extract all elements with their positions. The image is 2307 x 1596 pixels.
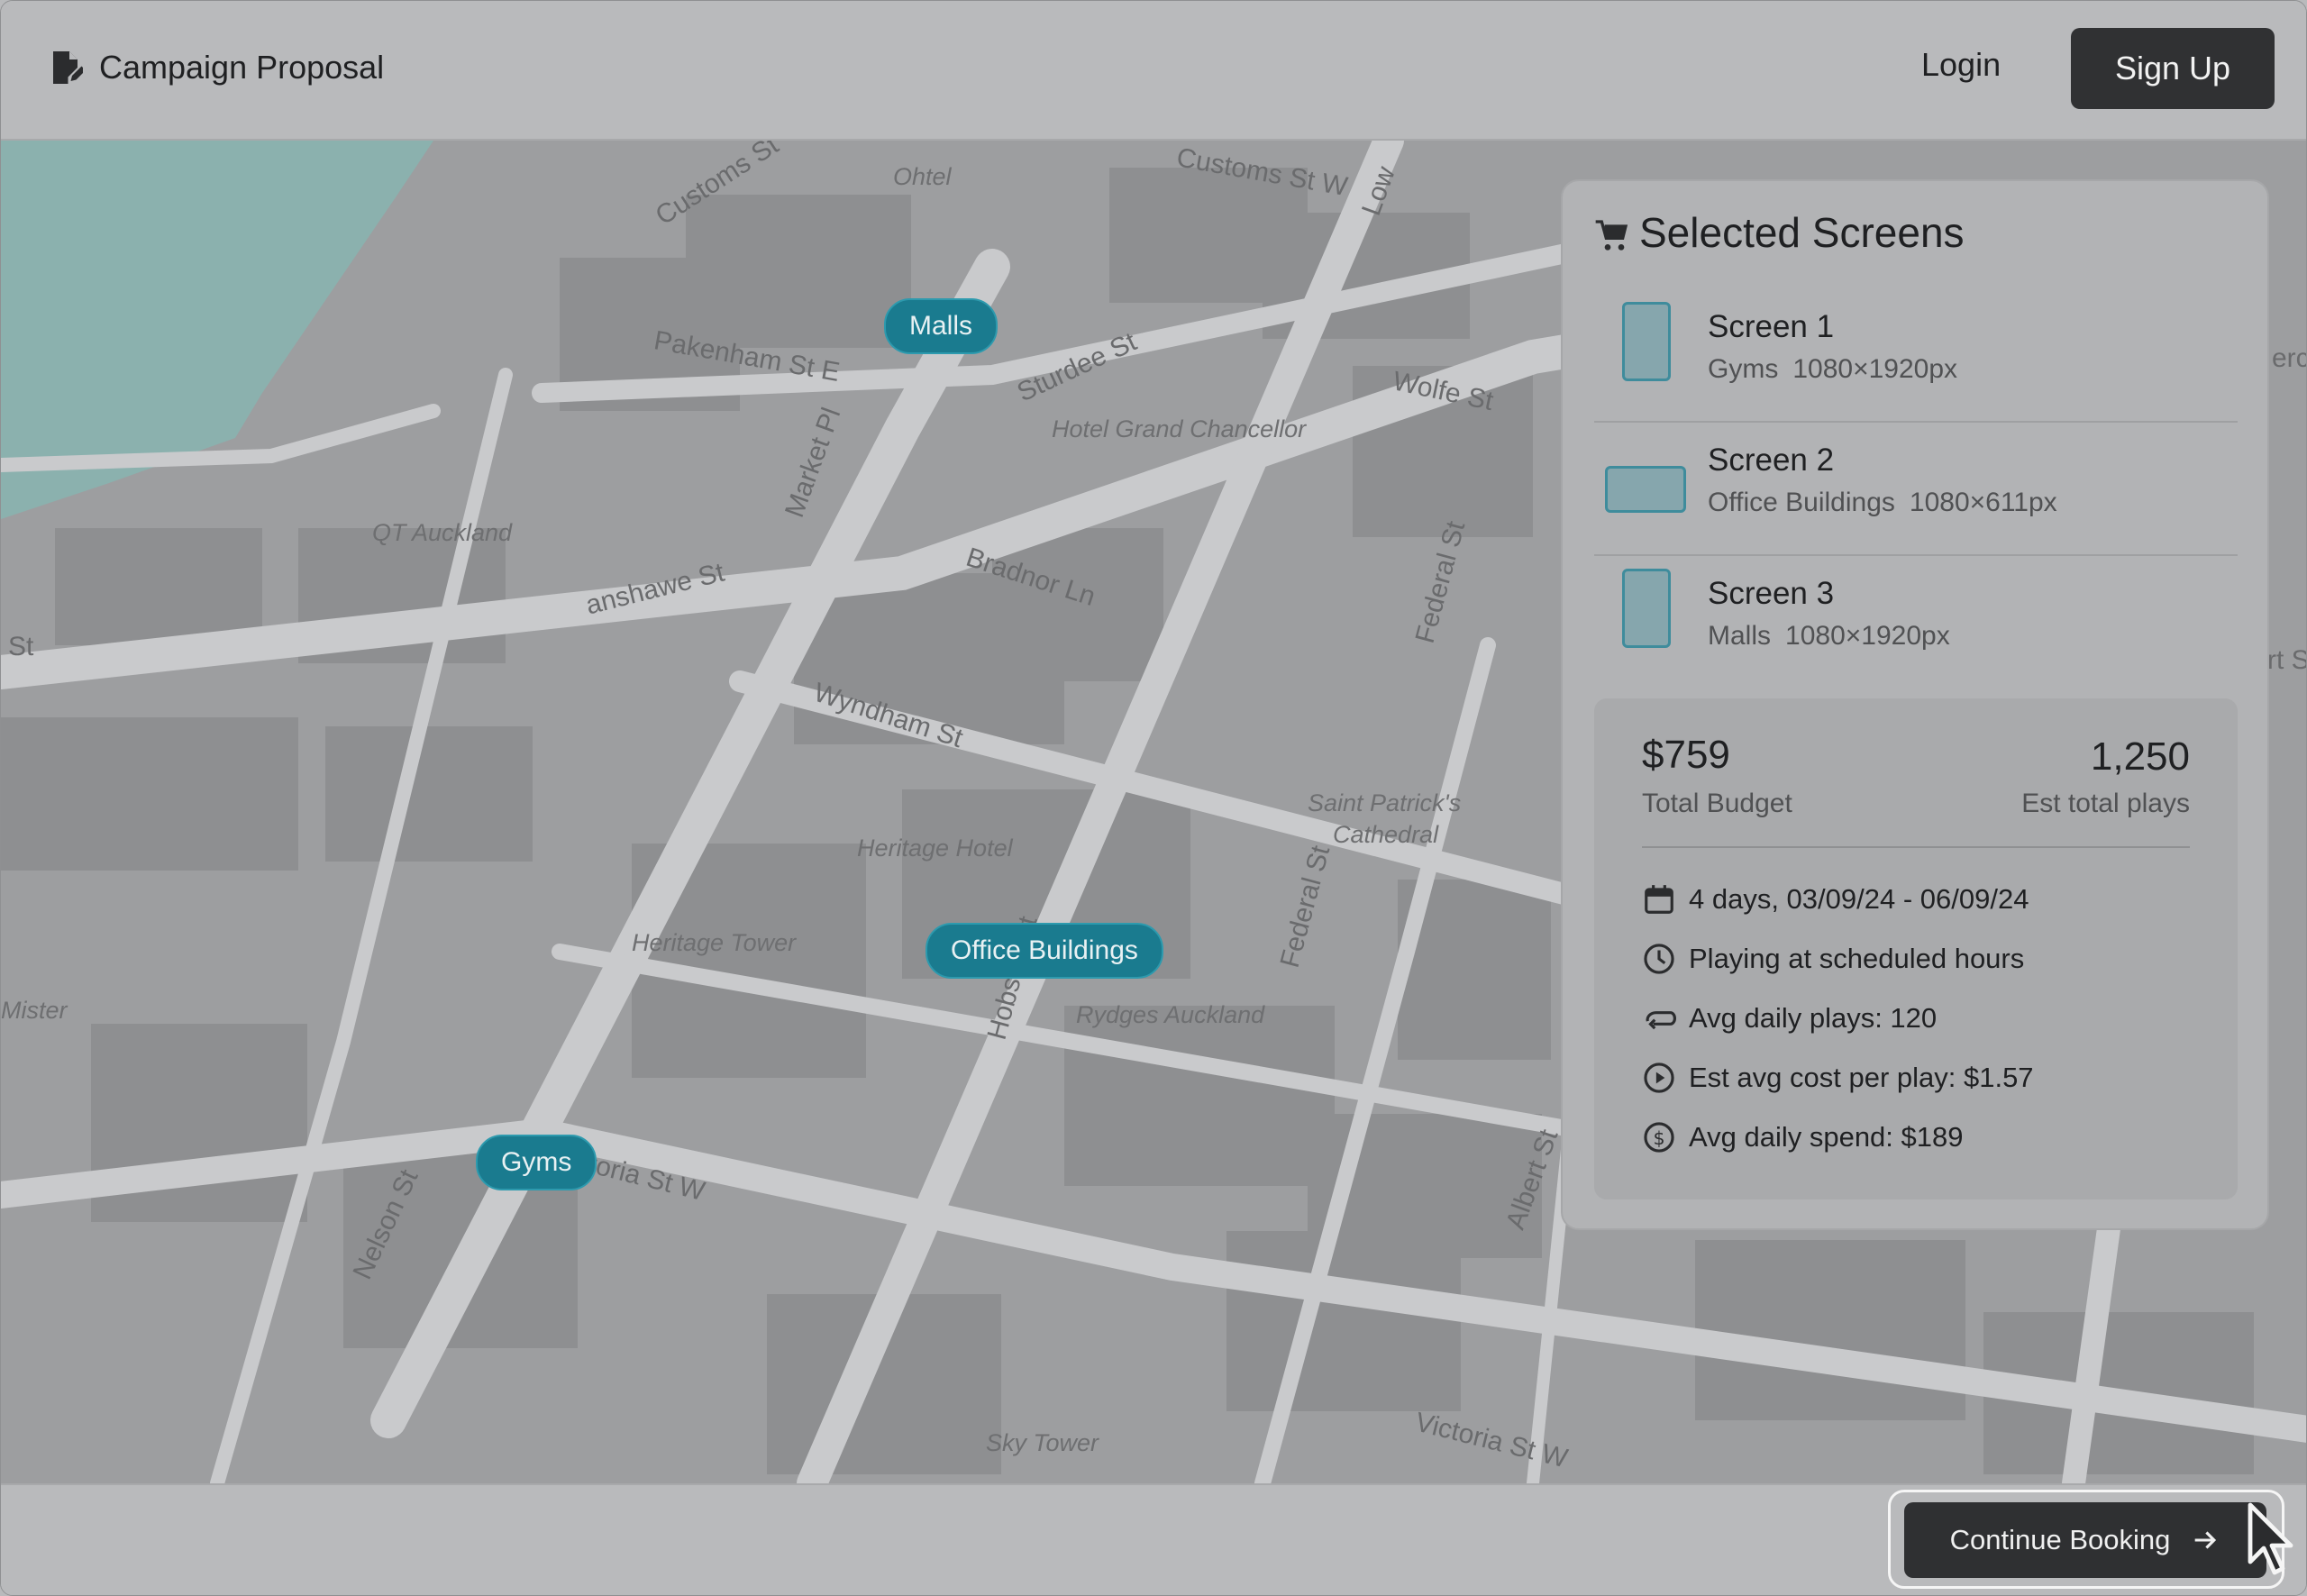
screen-resolution: 1080×1920px — [1785, 621, 1950, 651]
detail-text: 4 days, 03/09/24 - 06/09/24 — [1689, 883, 2029, 915]
panel-title: Selected Screens — [1639, 209, 1965, 256]
screen-details: Office Buildings 1080×611px — [1708, 488, 2057, 518]
svg-text:$: $ — [1653, 1127, 1664, 1149]
place-label: Sky Tower — [986, 1429, 1099, 1456]
screen-category: Gyms — [1708, 354, 1779, 384]
screen-item[interactable]: Screen 2 Office Buildings 1080×611px — [1594, 421, 2238, 556]
screen-details: Gyms 1080×1920px — [1708, 354, 1957, 385]
top-bar: Campaign Proposal Login Sign Up — [1, 1, 2306, 141]
document-edit-icon — [53, 51, 83, 84]
screen-resolution: 1080×611px — [1909, 488, 2057, 517]
continue-booking-label: Continue Booking — [1949, 1524, 2171, 1555]
place-label: Cathedral — [1333, 821, 1439, 848]
total-plays-value: 1,250 — [2090, 734, 2190, 779]
place-label: QT Auckland — [372, 519, 513, 546]
screen-category: Malls — [1708, 621, 1772, 651]
place-label: Ohtel — [893, 163, 952, 190]
screen-item[interactable]: Screen 3 Malls 1080×1920px — [1594, 554, 2238, 688]
mouse-cursor-icon — [2248, 1502, 2293, 1575]
detail-text: Est avg cost per play: $1.57 — [1689, 1062, 2034, 1093]
screen-thumbnail-landscape — [1605, 466, 1686, 513]
detail-text: Avg daily spend: $189 — [1689, 1121, 1964, 1153]
arrow-right-icon — [2195, 1531, 2217, 1549]
signup-button[interactable]: Sign Up — [2071, 28, 2275, 109]
daily-spend: $ Avg daily spend: $189 — [1642, 1120, 1964, 1154]
repeat-icon — [1646, 1011, 1676, 1030]
total-budget-label: Total Budget — [1642, 789, 1792, 818]
detail-text: Playing at scheduled hours — [1689, 943, 2025, 974]
page-title: Campaign Proposal — [99, 49, 385, 86]
screen-name: Screen 1 — [1708, 309, 1835, 344]
place-label: Heritage Hotel — [857, 834, 1013, 862]
schedule-dates: 4 days, 03/09/24 - 06/09/24 — [1642, 882, 2029, 917]
map-pin-gyms[interactable]: Gyms — [476, 1135, 597, 1190]
daily-plays: Avg daily plays: 120 — [1642, 1001, 1937, 1035]
calendar-icon — [1645, 885, 1673, 914]
place-label: Rydges Auckland — [1076, 1001, 1265, 1028]
summary-divider — [1642, 846, 2190, 848]
cost-per-play: Est avg cost per play: $1.57 — [1642, 1061, 2034, 1095]
screen-name: Screen 3 — [1708, 576, 1835, 611]
place-label: Heritage Tower — [632, 929, 797, 956]
screen-item[interactable]: Screen 1 Gyms 1080×1920px — [1594, 287, 2238, 423]
booking-summary: $759 Total Budget 1,250 Est total plays … — [1594, 698, 2238, 1199]
screen-details: Malls 1080×1920px — [1708, 621, 1950, 652]
brand: Campaign Proposal — [50, 49, 384, 87]
place-label: Hotel Grand Chancellor — [1052, 415, 1307, 442]
place-label: Mister — [1, 997, 68, 1024]
continue-booking-button[interactable]: Continue Booking — [1904, 1502, 2266, 1578]
map-pin-malls[interactable]: Malls — [884, 298, 998, 354]
total-plays-label: Est total plays — [2021, 789, 2190, 818]
screen-category: Office Buildings — [1708, 488, 1895, 517]
street-label: St — [8, 632, 34, 661]
screen-thumbnail-portrait — [1622, 569, 1671, 648]
schedule-hours: Playing at scheduled hours — [1642, 942, 2024, 976]
clock-icon — [1644, 944, 1674, 974]
street-label: rt St — [2267, 645, 2306, 675]
app-window: Campaign Proposal Login Sign Up Ohtel Ho… — [0, 0, 2307, 1596]
play-circle-icon — [1644, 1062, 1674, 1093]
screen-name: Screen 2 — [1708, 442, 1835, 478]
place-label: Saint Patrick's — [1308, 789, 1462, 816]
screen-resolution: 1080×1920px — [1792, 354, 1958, 384]
selected-screens-panel: Selected Screens Screen 1 Gyms 1080×1920p… — [1561, 179, 2269, 1230]
street-label: erc — [2272, 343, 2307, 373]
cart-icon — [1595, 220, 1628, 251]
login-button[interactable]: Login — [1921, 46, 2001, 84]
detail-text: Avg daily plays: 120 — [1689, 1002, 1938, 1034]
total-budget-value: $759 — [1642, 733, 1730, 777]
screen-thumbnail-portrait — [1622, 302, 1671, 381]
dollar-circle-icon: $ — [1644, 1122, 1674, 1153]
map-pin-office-buildings[interactable]: Office Buildings — [926, 923, 1163, 979]
